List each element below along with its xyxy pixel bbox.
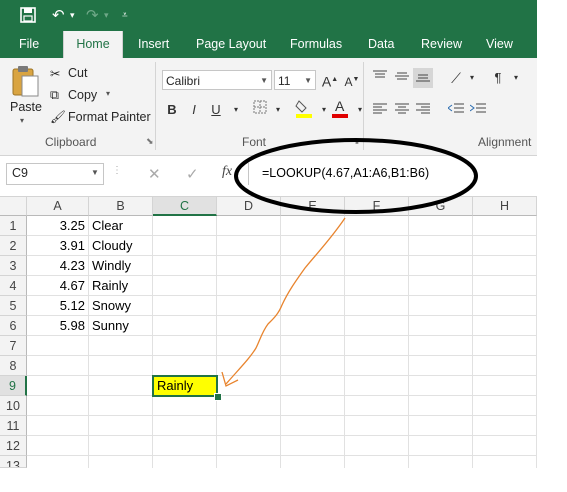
annotation-overlay <box>221 138 478 387</box>
formula-highlight-ellipse <box>234 138 478 214</box>
annotation-arrow-line <box>225 217 346 385</box>
